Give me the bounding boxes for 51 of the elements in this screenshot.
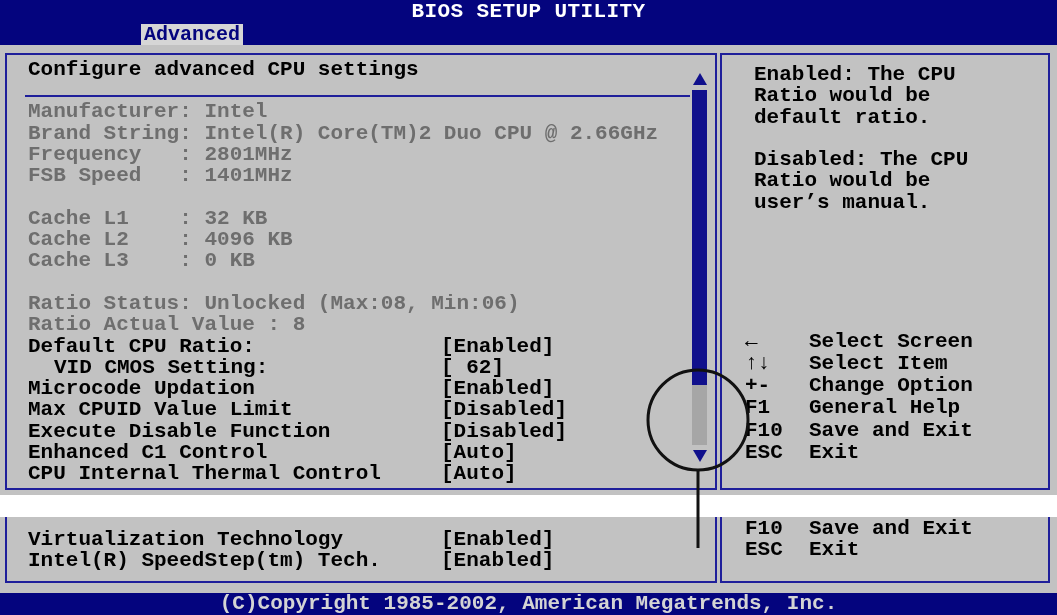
scroll-down-icon[interactable] bbox=[692, 450, 707, 462]
key-action: Change Option bbox=[809, 375, 973, 398]
cpu-info-line: Ratio Status: Unlocked (Max:08, Min:06) bbox=[28, 292, 520, 315]
cpu-info-line: Cache L3 : 0 KB bbox=[28, 250, 255, 272]
cpu-info-line: Ratio Actual Value : 8 bbox=[28, 314, 306, 336]
option-value[interactable]: [Auto] bbox=[441, 463, 517, 485]
key-label: ESC bbox=[745, 539, 783, 560]
option-label: VID CMOS Setting: bbox=[54, 356, 269, 379]
key-label: ← bbox=[745, 330, 758, 354]
cpu-info-line: Manufacturer: Intel bbox=[28, 101, 268, 123]
cpu-info-line: Frequency : 2801MHz bbox=[28, 143, 293, 166]
help-text: Disabled: The CPU Ratio would be user’s manual. bbox=[754, 149, 970, 214]
option-label: Microcode Updation bbox=[28, 378, 255, 400]
option-label: CPU Internal Thermal Control bbox=[28, 463, 381, 485]
option-value[interactable]: [Enabled] bbox=[441, 335, 555, 357]
key-action: Exit bbox=[809, 539, 860, 560]
option-label: Intel(R) SpeedStep(tm) Tech. bbox=[28, 550, 381, 572]
scrollbar-track[interactable] bbox=[692, 90, 707, 445]
option-value[interactable]: [Enabled] bbox=[441, 529, 555, 551]
option-value[interactable]: [Enabled] bbox=[441, 378, 555, 400]
key-action: General Help bbox=[809, 397, 961, 420]
scrollbar-thumb[interactable] bbox=[692, 90, 707, 385]
option-value[interactable]: [Enabled] bbox=[441, 550, 555, 572]
key-label: ESC bbox=[745, 441, 783, 464]
window-title: BIOS SETUP UTILITY bbox=[411, 0, 646, 24]
cpu-info-line: FSB Speed : 1401MHz bbox=[28, 165, 293, 187]
option-label: Max CPUID Value Limit bbox=[28, 399, 293, 421]
key-action: Save and Exit bbox=[809, 518, 973, 539]
copyright-text: (C)Copyright 1985-2002, American Megatrends, Inc. bbox=[219, 593, 838, 615]
option-value[interactable]: [ 62] bbox=[441, 356, 504, 379]
option-value[interactable]: [Disabled] bbox=[441, 420, 568, 443]
key-action: Save and Exit bbox=[809, 419, 973, 442]
cpu-info-line: Cache L2 : 4096 KB bbox=[28, 229, 293, 251]
scroll-up-icon[interactable] bbox=[692, 73, 707, 85]
option-value[interactable]: [Disabled] bbox=[441, 399, 568, 421]
menu-tab[interactable]: Advanced bbox=[141, 24, 243, 45]
option-label: Enhanced C1 Control bbox=[28, 442, 268, 464]
key-label: ↑↓ bbox=[745, 353, 771, 376]
key-label: +- bbox=[745, 375, 771, 398]
key-label: F10 bbox=[745, 518, 783, 539]
option-label: Execute Disable Function bbox=[28, 420, 331, 443]
key-action: Select Screen bbox=[809, 330, 973, 354]
key-action: Select Item bbox=[809, 353, 948, 376]
help-text: Enabled: The CPU Ratio would be default ratio. bbox=[754, 64, 957, 128]
key-action: Exit bbox=[809, 441, 860, 464]
cpu-info-line: Brand String: Intel(R) Core(TM)2 Duo CPU @ 2.66GHz bbox=[28, 122, 659, 144]
option-label: Default CPU Ratio: bbox=[28, 335, 255, 357]
cpu-info-line: Cache L1 : 32 KB bbox=[28, 207, 268, 230]
panel-heading: Configure advanced CPU settings bbox=[28, 59, 419, 81]
option-label: Virtualization Technology bbox=[28, 529, 344, 551]
option-value[interactable]: [Auto] bbox=[441, 442, 517, 464]
